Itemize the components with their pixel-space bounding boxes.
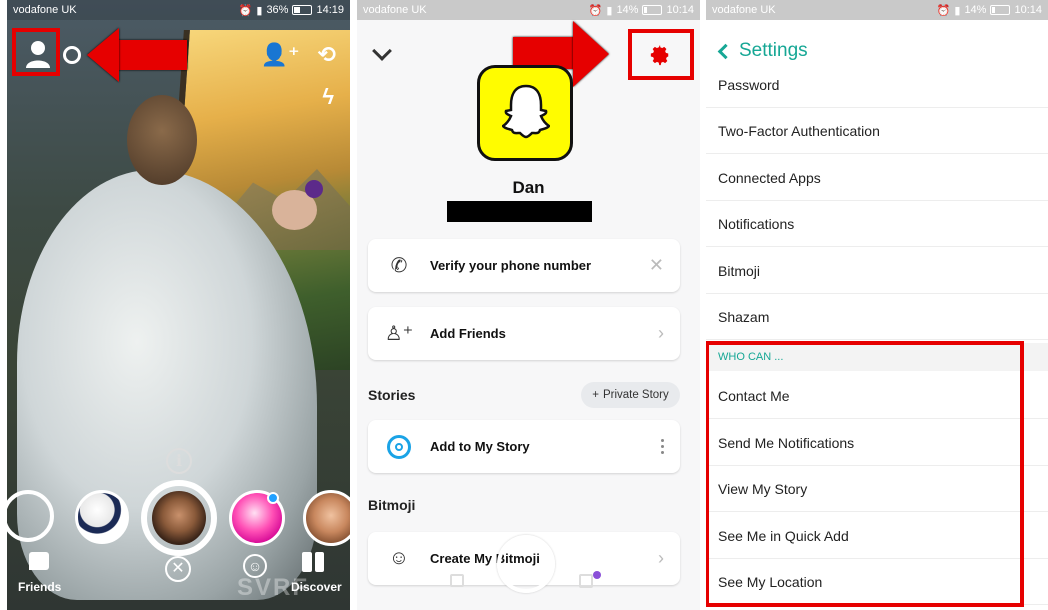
camera-screen: vodafone UK ⏰ ▮ 36% 14:19 👤⁺ ⟲ ϟ i Frien… [7, 0, 350, 610]
friends-label[interactable]: Friends [18, 580, 61, 594]
add-to-story-label: Add to My Story [430, 439, 530, 454]
snapcode[interactable] [477, 65, 573, 161]
add-to-story-card[interactable]: Add to My Story [368, 420, 680, 473]
alarm-icon: ⏰ [238, 4, 253, 17]
status-right: ⏰ ▮ 36% 14:19 [239, 4, 344, 17]
notification-dot [593, 571, 601, 579]
phone-icon: ✆ [390, 255, 408, 277]
carrier-text: vodafone UK [712, 4, 776, 16]
profile-icon[interactable] [25, 40, 51, 68]
add-friend-icon[interactable]: 👤⁺ [261, 44, 300, 66]
chat-icon[interactable] [450, 574, 464, 587]
red-arrow-left [87, 28, 187, 82]
bitmoji-section-title: Bitmoji [368, 497, 416, 513]
stories-section-title: Stories [368, 387, 416, 403]
clock: 10:14 [1014, 4, 1042, 16]
verify-phone-label: Verify your phone number [430, 258, 592, 273]
battery-icon [292, 5, 313, 15]
gear-icon[interactable] [649, 44, 671, 66]
signal-icon: ▮ [256, 4, 263, 17]
discover-icon[interactable] [579, 574, 593, 588]
settings-screen: vodafone UK ⏰ ▮ 14% 10:14 Settings Passw… [706, 0, 1048, 610]
chevron-right-icon: › [658, 548, 664, 568]
status-right: ⏰ ▮ 14% 10:14 [937, 4, 1042, 17]
alarm-icon: ⏰ [588, 4, 603, 17]
settings-item-shazam[interactable]: Shazam [706, 294, 1048, 340]
display-name: Dan [512, 178, 545, 197]
settings-item-bitmoji[interactable]: Bitmoji [706, 248, 1048, 294]
settings-title: Settings [739, 40, 808, 61]
private-story-button[interactable]: + Private Story [581, 382, 680, 408]
discover-icon[interactable] [302, 552, 324, 572]
lens-face-filter[interactable] [303, 490, 350, 546]
settings-item-password[interactable]: Password [706, 62, 1048, 108]
signal-icon: ▮ [606, 4, 613, 17]
status-bar: vodafone UK ⏰ ▮ 14% 10:14 [357, 0, 700, 20]
chevron-down-icon[interactable] [372, 41, 392, 61]
ghost-icon [502, 84, 550, 139]
chevron-right-icon: › [658, 323, 664, 343]
battery-icon [642, 5, 663, 15]
chat-icon[interactable] [29, 552, 49, 570]
carrier-text: vodafone UK [13, 4, 77, 16]
back-chevron-icon[interactable] [717, 43, 734, 59]
info-icon[interactable]: i [166, 448, 192, 474]
clock: 14:19 [316, 4, 344, 16]
camera-ring-icon [386, 434, 412, 460]
brush-tip [305, 180, 323, 198]
highlight-box-who-can [706, 341, 1024, 607]
settings-item-connected-apps[interactable]: Connected Apps [706, 155, 1048, 201]
add-friends-card[interactable]: ♙⁺ Add Friends › [368, 307, 680, 360]
more-options-icon[interactable] [661, 439, 664, 454]
battery-percent: 36% [266, 4, 289, 16]
close-lens-icon[interactable]: ✕ [165, 556, 191, 582]
add-friends-label: Add Friends [430, 326, 506, 341]
lens-soccer-ball[interactable] [75, 490, 129, 544]
battery-percent: 14% [964, 4, 987, 16]
camera-top-right-controls: 👤⁺ ⟲ [261, 44, 336, 66]
settings-item-notifications[interactable]: Notifications [706, 201, 1048, 247]
signal-icon: ▮ [954, 4, 961, 17]
status-bar: vodafone UK ⏰ ▮ 14% 10:14 [706, 0, 1048, 20]
camera-bottom-bar: Friends ✕ ☺ SVRF Discover [7, 552, 350, 602]
battery-percent: 14% [616, 4, 639, 16]
plus-icon: + [592, 389, 599, 401]
flip-camera-icon[interactable]: ⟲ [318, 44, 336, 66]
lens-face-selected[interactable] [152, 491, 206, 545]
capture-button[interactable] [497, 535, 555, 593]
new-lens-badge [267, 492, 279, 504]
settings-header: Settings [714, 40, 808, 62]
painter-head [127, 95, 197, 185]
add-friend-icon: ♙⁺ [384, 323, 414, 345]
discover-label[interactable]: Discover [291, 580, 342, 594]
search-icon[interactable] [63, 46, 81, 64]
settings-item-two-factor[interactable]: Two-Factor Authentication [706, 108, 1048, 154]
clock: 10:14 [666, 4, 694, 16]
verify-phone-card[interactable]: ✆ Verify your phone number ✕ [368, 239, 680, 292]
dismiss-icon[interactable]: ✕ [649, 255, 664, 276]
redacted-username [447, 201, 592, 222]
carrier-text: vodafone UK [363, 4, 427, 16]
alarm-icon: ⏰ [936, 4, 951, 17]
private-story-label: Private Story [602, 389, 669, 401]
battery-icon [990, 5, 1011, 15]
flash-off-icon[interactable]: ϟ [322, 86, 334, 108]
bitmoji-face-icon: ☺ [388, 547, 410, 569]
status-right: ⏰ ▮ 14% 10:14 [589, 4, 694, 17]
status-bar: vodafone UK ⏰ ▮ 36% 14:19 [7, 0, 350, 20]
profile-screen: vodafone UK ⏰ ▮ 14% 10:14 Dan ✆ Verify y… [357, 0, 700, 610]
